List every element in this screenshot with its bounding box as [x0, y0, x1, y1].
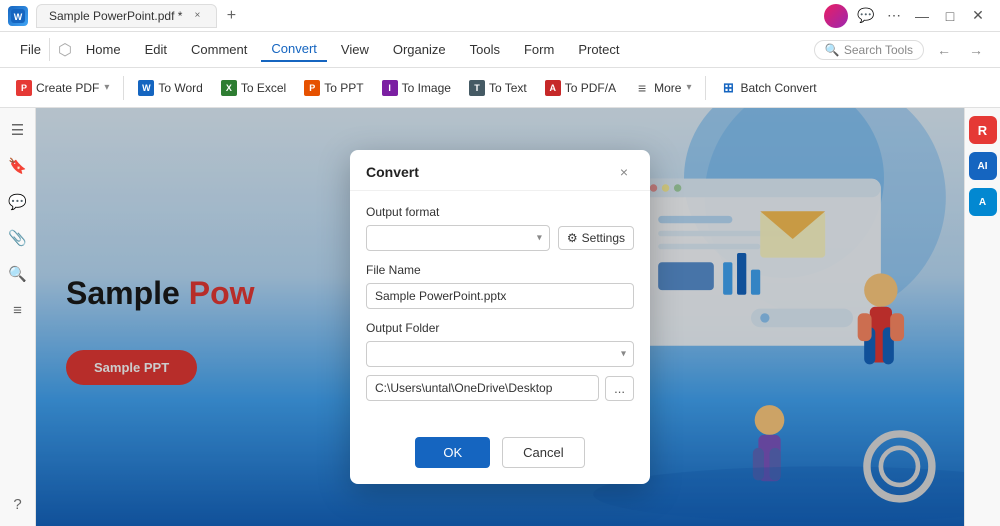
- folder-path-row: ...: [366, 375, 634, 401]
- menu-item-form[interactable]: Form: [514, 38, 564, 61]
- search-tools-input[interactable]: 🔍 Search Tools: [814, 40, 924, 60]
- folder-path-input[interactable]: [366, 375, 599, 401]
- sidebar-icon-comment[interactable]: 💬: [4, 188, 32, 216]
- main-container: ☰ 🔖 💬 📎 🔍 ≡ ?: [0, 108, 1000, 526]
- settings-icon: ⚙: [567, 231, 578, 245]
- dialog-header: Convert ×: [350, 150, 650, 191]
- ok-button[interactable]: OK: [415, 437, 490, 468]
- format-select-row: PowerPoint(*.pptx) PowerPoint(*.ppt) ⚙ S…: [366, 225, 634, 251]
- active-tab[interactable]: Sample PowerPoint.pdf * ×: [36, 4, 217, 28]
- nav-forward-button[interactable]: →: [964, 38, 988, 62]
- menu-item-view[interactable]: View: [331, 38, 379, 61]
- search-icon: 🔍: [825, 43, 840, 57]
- to-image-button[interactable]: I To Image: [374, 76, 459, 100]
- right-sidebar: R AI A: [964, 108, 1000, 526]
- message-icon[interactable]: 💬: [852, 2, 880, 30]
- sidebar-icon-attachment[interactable]: 📎: [4, 224, 32, 252]
- menu-item-organize[interactable]: Organize: [383, 38, 456, 61]
- close-window-button[interactable]: ✕: [964, 2, 992, 30]
- to-ppt-label: To PPT: [324, 81, 363, 95]
- menu-separator: ⬡: [58, 40, 72, 60]
- more-label: More: [654, 81, 681, 95]
- menu-item-edit[interactable]: Edit: [135, 38, 177, 61]
- svg-text:W: W: [14, 12, 23, 22]
- toolbar: P Create PDF W To Word X To Excel P To P…: [0, 68, 1000, 108]
- format-select[interactable]: PowerPoint(*.pptx) PowerPoint(*.ppt): [366, 225, 550, 251]
- minimize-button[interactable]: —: [908, 2, 936, 30]
- toolbar-divider-2: [705, 76, 706, 100]
- titlebar: W Sample PowerPoint.pdf * × + 💬 ⋯ — □ ✕: [0, 0, 1000, 32]
- sidebar-icon-menu[interactable]: ☰: [4, 116, 32, 144]
- menubar: File ⬡ Home Edit Comment Convert View Or…: [0, 32, 1000, 68]
- ppt-icon: P: [304, 80, 320, 96]
- menu-item-convert[interactable]: Convert: [261, 37, 327, 62]
- more-icon: ≡: [634, 80, 650, 96]
- menu-item-tools[interactable]: Tools: [460, 38, 510, 61]
- to-excel-label: To Excel: [241, 81, 286, 95]
- output-folder-label: Output Folder: [366, 321, 634, 335]
- sidebar-icon-layers[interactable]: ≡: [4, 296, 32, 324]
- add-tab-button[interactable]: +: [221, 6, 241, 26]
- pdfa-icon: A: [545, 80, 561, 96]
- dialog-footer: OK Cancel: [350, 429, 650, 484]
- app-icon: W: [8, 6, 28, 26]
- more-options-icon[interactable]: ⋯: [880, 2, 908, 30]
- sidebar-icon-help[interactable]: ?: [4, 490, 32, 518]
- to-ppt-button[interactable]: P To PPT: [296, 76, 371, 100]
- more-button[interactable]: ≡ More: [626, 76, 699, 100]
- create-pdf-label: Create PDF: [36, 81, 99, 95]
- right-sidebar-icon-r[interactable]: R: [969, 116, 997, 144]
- to-pdfa-button[interactable]: A To PDF/A: [537, 76, 624, 100]
- folder-option-select[interactable]: Specify folder Same as source: [366, 341, 634, 367]
- maximize-button[interactable]: □: [936, 2, 964, 30]
- excel-icon: X: [221, 80, 237, 96]
- to-text-button[interactable]: T To Text: [461, 76, 535, 100]
- dialog-title: Convert: [366, 164, 419, 180]
- to-excel-button[interactable]: X To Excel: [213, 76, 294, 100]
- word-icon: W: [138, 80, 154, 96]
- file-name-input[interactable]: [366, 283, 634, 309]
- settings-label: Settings: [582, 231, 625, 245]
- format-select-wrapper: PowerPoint(*.pptx) PowerPoint(*.ppt): [366, 225, 550, 251]
- sidebar-icon-bookmark[interactable]: 🔖: [4, 152, 32, 180]
- menu-item-home[interactable]: Home: [76, 38, 131, 61]
- pdf-content: Sample Pow Sample PPT Convert × Output f…: [36, 108, 964, 526]
- settings-button[interactable]: ⚙ Settings: [558, 226, 634, 250]
- output-format-label: Output format: [366, 205, 634, 219]
- create-pdf-icon: P: [16, 80, 32, 96]
- to-image-label: To Image: [402, 81, 451, 95]
- menu-item-protect[interactable]: Protect: [568, 38, 629, 61]
- to-pdfa-label: To PDF/A: [565, 81, 616, 95]
- right-sidebar-icon-a[interactable]: A: [969, 188, 997, 216]
- dialog-close-button[interactable]: ×: [614, 162, 634, 182]
- sidebar-icon-search[interactable]: 🔍: [4, 260, 32, 288]
- search-tools-label: Search Tools: [844, 43, 913, 57]
- left-sidebar: ☰ 🔖 💬 📎 🔍 ≡ ?: [0, 108, 36, 526]
- close-tab-button[interactable]: ×: [190, 9, 204, 23]
- cancel-button[interactable]: Cancel: [502, 437, 584, 468]
- folder-browse-button[interactable]: ...: [605, 376, 634, 401]
- avatar: [824, 4, 848, 28]
- right-sidebar-icon-ai[interactable]: AI: [969, 152, 997, 180]
- convert-dialog: Convert × Output format PowerPoint(*.ppt…: [350, 150, 650, 484]
- batch-convert-label: Batch Convert: [740, 81, 816, 95]
- folder-option-select-wrapper: Specify folder Same as source: [366, 341, 634, 367]
- toolbar-divider-1: [123, 76, 124, 100]
- text-icon: T: [469, 80, 485, 96]
- to-text-label: To Text: [489, 81, 527, 95]
- to-word-label: To Word: [158, 81, 202, 95]
- to-word-button[interactable]: W To Word: [130, 76, 210, 100]
- tab-title: Sample PowerPoint.pdf *: [49, 9, 182, 23]
- menu-item-file[interactable]: File: [12, 38, 50, 61]
- nav-back-button[interactable]: ←: [932, 38, 956, 62]
- create-pdf-button[interactable]: P Create PDF: [8, 76, 117, 100]
- menu-item-comment[interactable]: Comment: [181, 38, 257, 61]
- file-name-label: File Name: [366, 263, 634, 277]
- image-icon: I: [382, 80, 398, 96]
- dialog-body: Output format PowerPoint(*.pptx) PowerPo…: [350, 191, 650, 429]
- dialog-overlay: Convert × Output format PowerPoint(*.ppt…: [36, 108, 964, 526]
- batch-convert-button[interactable]: ⊞ Batch Convert: [712, 76, 824, 100]
- batch-icon: ⊞: [720, 80, 736, 96]
